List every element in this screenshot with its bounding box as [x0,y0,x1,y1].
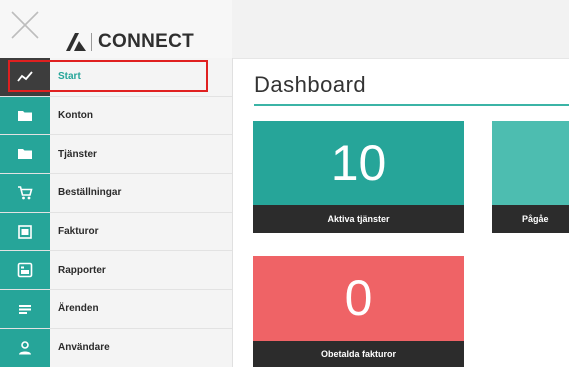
topbar [232,0,569,59]
cart-icon [0,174,50,212]
sidebar-item-start[interactable]: Start [0,58,232,96]
tile-value: 1 [492,121,569,205]
sidebar-item-label: Ärenden [58,303,99,315]
sidebar-item-label: Tjänster [58,148,97,160]
logo[interactable]: CONNECT [64,31,194,53]
sidebar: Start Konton Tjänster Beställningar Fakt… [0,58,233,367]
tile-value: 0 [344,270,373,326]
tile-active-services[interactable]: 10 Aktiva tjänster [253,121,464,233]
tile-ongoing[interactable]: 1 Pågåe [492,121,569,233]
topbar-left: CONNECT [0,0,232,58]
ticket-icon [0,290,50,328]
folder-icon [0,135,50,174]
logo-mark-icon [66,33,86,51]
sidebar-item-konton[interactable]: Konton [0,95,232,135]
sidebar-item-label: Start [58,71,81,83]
sidebar-item-tjanster[interactable]: Tjänster [0,134,232,174]
chart-line-icon [0,58,50,96]
logo-separator [91,33,92,51]
tile-caption: Obetalda fakturor [253,341,464,367]
sidebar-item-label: Användare [58,342,110,354]
sidebar-item-anvandare[interactable]: Användare [0,327,232,367]
close-icon[interactable] [6,6,44,44]
tile-caption: Aktiva tjänster [253,205,464,233]
tile-unpaid-invoices[interactable]: 0 Obetalda fakturor [253,256,464,367]
sidebar-item-label: Rapporter [58,264,106,276]
report-icon [0,251,50,290]
logo-text: CONNECT [98,31,195,52]
sidebar-item-label: Beställningar [58,187,122,199]
page-title: Dashboard [254,72,367,97]
user-icon [0,328,50,367]
sidebar-item-bestallningar[interactable]: Beställningar [0,173,232,212]
folder-icon [0,96,50,135]
sidebar-item-rapporter[interactable]: Rapporter [0,250,232,290]
tile-value: 10 [330,135,387,191]
sidebar-item-label: Konton [58,110,93,122]
invoice-icon [0,212,50,251]
tile-caption: Pågåe [492,205,569,233]
title-divider [254,104,569,106]
sidebar-item-arenden[interactable]: Ärenden [0,289,232,328]
sidebar-item-fakturor[interactable]: Fakturor [0,211,232,251]
sidebar-item-label: Fakturor [58,226,99,238]
